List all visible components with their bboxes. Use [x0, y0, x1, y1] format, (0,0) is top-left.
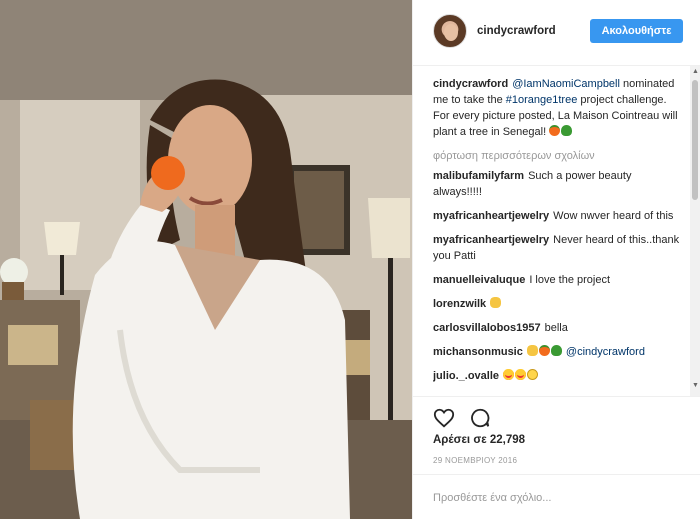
list-item: michansonmusic @cindycrawford: [433, 344, 681, 360]
list-item: julio._.ovalle: [433, 368, 681, 384]
avatar[interactable]: [433, 14, 467, 48]
comment-mention[interactable]: @cindycrawford: [566, 346, 645, 358]
post-header: cindycrawford Ακολουθήστε: [413, 0, 700, 66]
orange-fruit: [151, 156, 185, 190]
comment-text: I love the project: [529, 274, 611, 286]
list-item: myafricanheartjewelry Wow nwver heard of …: [433, 208, 681, 224]
comment-username[interactable]: malibufamilyfarm: [433, 170, 524, 182]
comment-username[interactable]: michansonmusic: [433, 346, 523, 358]
post-actions: Αρέσει σε 22,798 29 ΝΟΕΜΒΡΙΟΥ 2016: [413, 396, 700, 476]
scroll-down-icon[interactable]: ▼: [692, 382, 699, 389]
comment-username[interactable]: myafricanheartjewelry: [433, 210, 549, 222]
orange-emoji-icon: [549, 125, 561, 136]
comment-username[interactable]: lorenzwilk: [433, 298, 486, 310]
caption: cindycrawford @IamNaomiCampbell nominated…: [433, 76, 681, 140]
heart-eyes-emoji-icon: [515, 369, 527, 380]
comment-username[interactable]: carlosvillalobos1957: [433, 322, 541, 334]
caption-username[interactable]: cindycrawford: [433, 78, 508, 90]
list-item: malibufamilyfarm Such a power beauty alwa…: [433, 168, 681, 200]
comment-input[interactable]: [433, 489, 663, 507]
comment-username[interactable]: julio._.ovalle: [433, 370, 499, 382]
ok-hand-emoji-icon: [490, 297, 502, 308]
avatar-face: [444, 24, 458, 41]
author-username[interactable]: cindycrawford: [477, 25, 556, 37]
list-item: lorenzwilk: [433, 296, 681, 312]
smile-emoji-icon: [527, 369, 539, 380]
list-item: manuelleivaluque I love the project: [433, 272, 681, 288]
comment-icon[interactable]: [469, 407, 491, 429]
tree-emoji-icon: [550, 345, 562, 356]
photo-illustration: [0, 0, 412, 519]
instagram-post: cindycrawford Ακολουθήστε cindycrawford @…: [0, 0, 700, 519]
post-date: 29 ΝΟΕΜΒΡΙΟΥ 2016: [433, 456, 518, 465]
caption-hashtag[interactable]: #1orange1tree: [506, 94, 578, 106]
comment-text: Wow nwver heard of this: [553, 210, 674, 222]
list-item: carlosvillalobos1957 bella: [433, 320, 681, 336]
caption-mention[interactable]: @IamNaomiCampbell: [512, 78, 620, 90]
scroll-up-icon[interactable]: ▲: [692, 68, 699, 75]
orange-emoji-icon: [538, 345, 550, 356]
comments-scrollbar[interactable]: ▲ ▼: [690, 66, 700, 396]
scroll-thumb[interactable]: [692, 80, 698, 200]
likes-count[interactable]: Αρέσει σε 22,798: [433, 434, 525, 446]
comment-username[interactable]: manuelleivaluque: [433, 274, 525, 286]
ok-hand-emoji-icon: [526, 345, 538, 356]
post-side-panel: cindycrawford Ακολουθήστε cindycrawford @…: [412, 0, 700, 519]
comment-list: cindycrawford @IamNaomiCampbell nominated…: [433, 76, 681, 394]
heart-eyes-emoji-icon: [503, 369, 515, 380]
comment-username[interactable]: myafricanheartjewelry: [433, 234, 549, 246]
heart-icon[interactable]: [433, 407, 455, 429]
add-comment-section: [413, 474, 700, 519]
load-more-comments[interactable]: φόρτωση περισσότερων σχολίων: [433, 148, 681, 164]
tree-emoji-icon: [561, 125, 573, 136]
follow-button[interactable]: Ακολουθήστε: [590, 19, 683, 43]
post-photo[interactable]: [0, 0, 412, 519]
comment-text: bella: [544, 322, 568, 334]
list-item: myafricanheartjewelry Never heard of this…: [433, 232, 681, 264]
